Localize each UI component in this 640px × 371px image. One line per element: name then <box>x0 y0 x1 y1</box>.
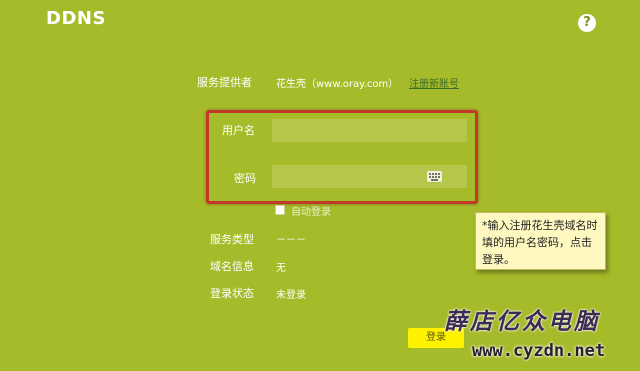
auto-login-checkbox[interactable] <box>275 205 285 215</box>
watermark-url: www.cyzdn.net <box>472 341 606 361</box>
service-type-value: －－－ <box>276 235 306 246</box>
domain-info-label: 域名信息 <box>210 260 254 273</box>
register-link[interactable]: 注册新账号 <box>409 75 459 90</box>
login-status-value: 未登录 <box>276 290 306 301</box>
watermark-text: 薛店亿众电脑 <box>444 308 600 335</box>
login-status-label: 登录状态 <box>210 287 254 300</box>
service-type-label: 服务类型 <box>210 233 254 246</box>
instruction-note: *输入注册花生壳域名时填的用户名密码，点击登录。 <box>475 212 606 270</box>
highlight-box <box>206 110 478 204</box>
provider-label: 服务提供者 <box>197 76 252 89</box>
page-title: DDNS <box>46 8 106 29</box>
domain-info-value: 无 <box>276 263 286 274</box>
provider-value: 花生壳（www.oray.com） <box>276 79 399 90</box>
auto-login-label: 自动登录 <box>291 207 331 218</box>
help-icon[interactable]: ? <box>578 14 596 32</box>
